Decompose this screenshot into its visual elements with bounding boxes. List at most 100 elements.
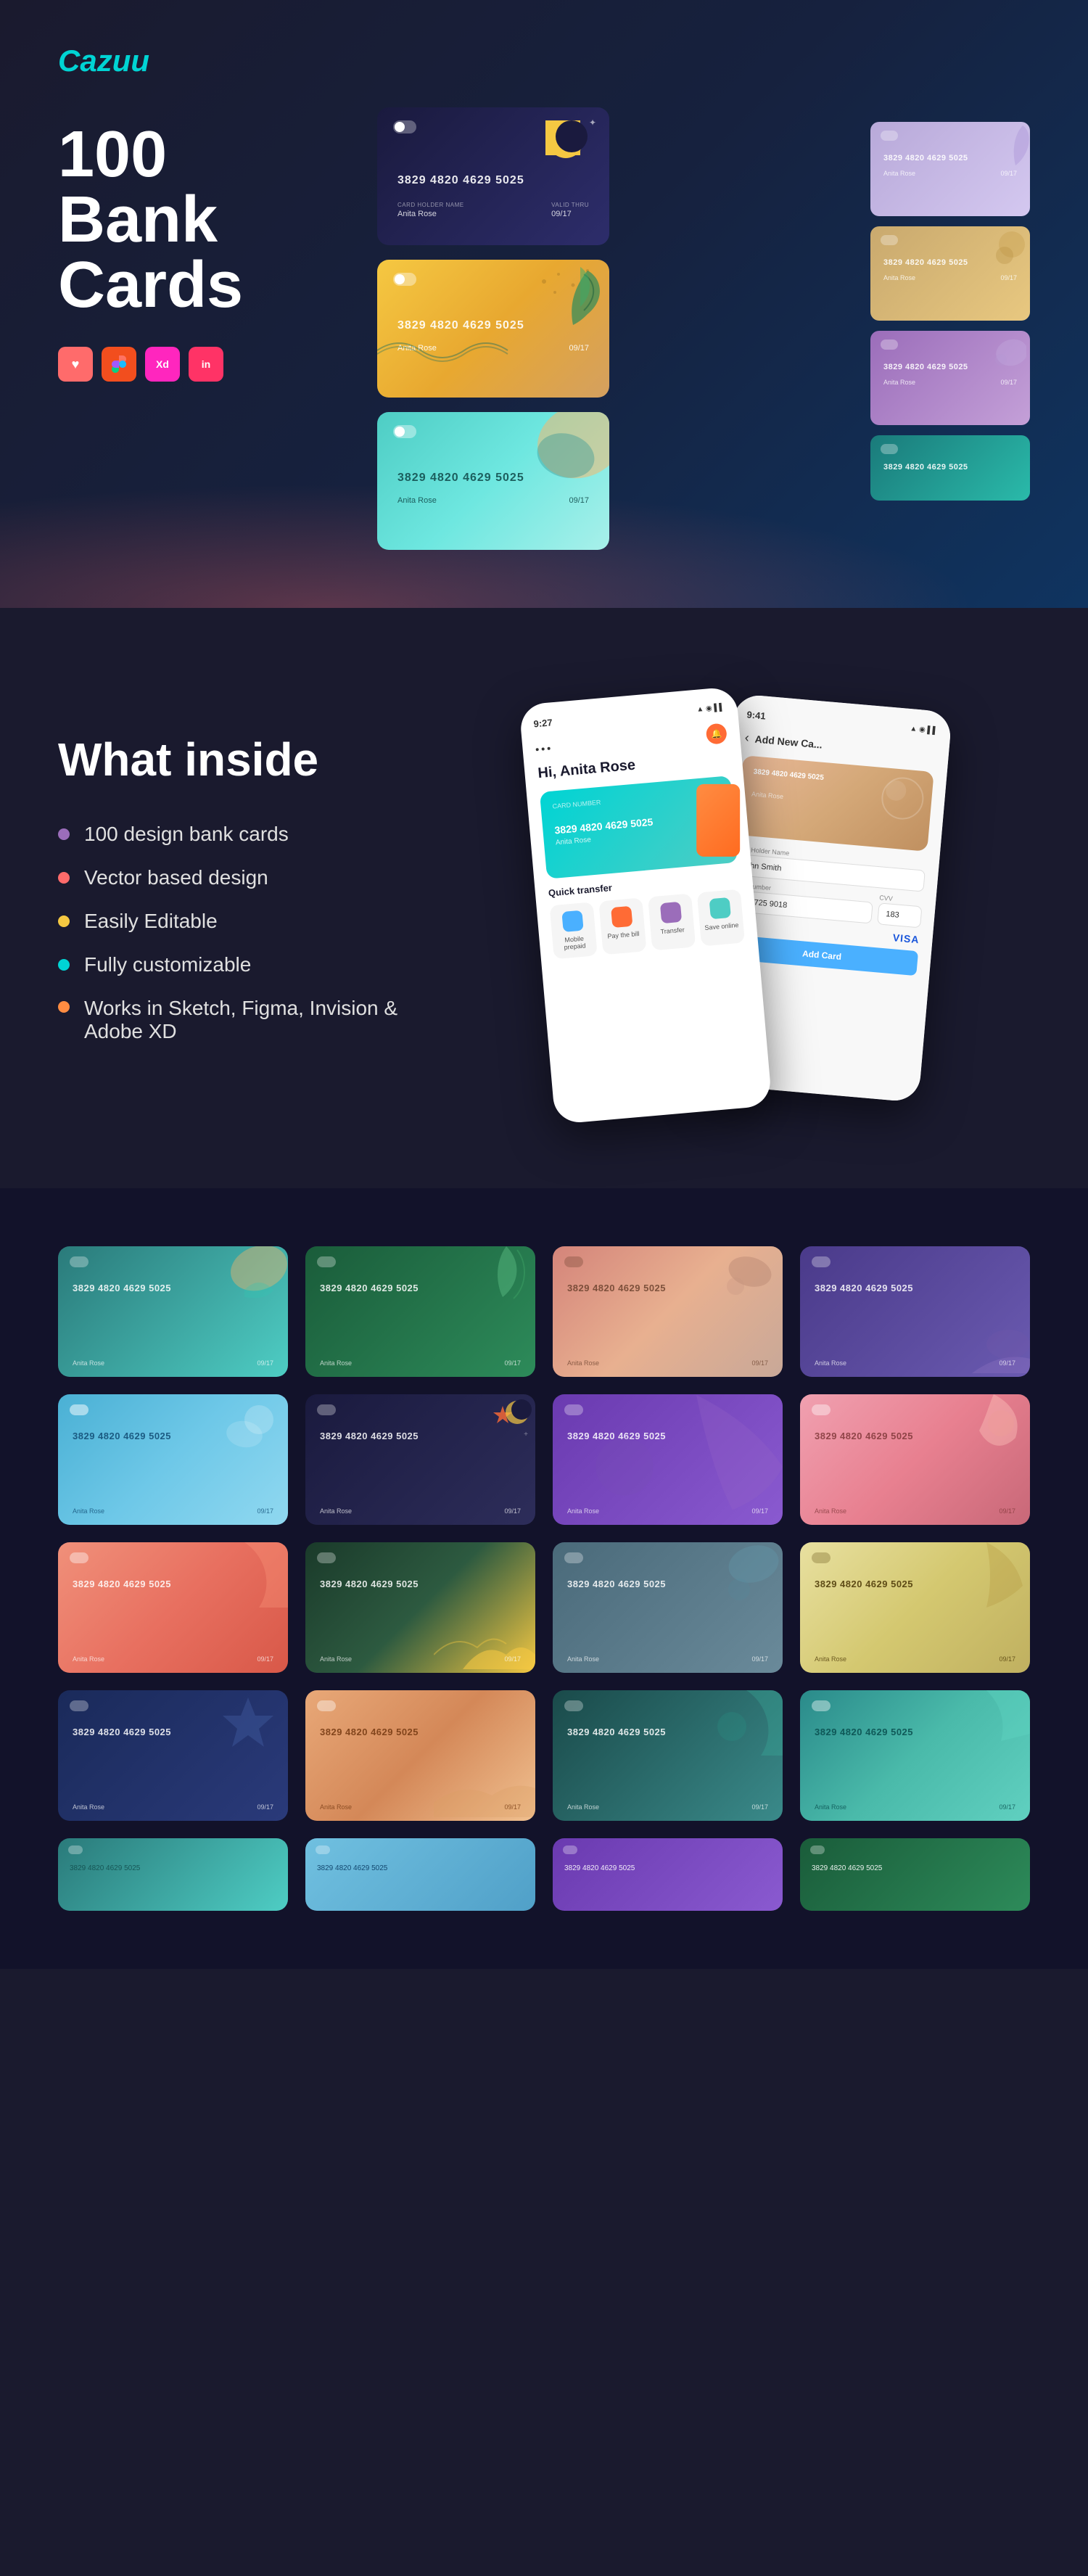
feature-list: 100 design bank cards Vector based desig… (58, 823, 421, 1043)
card-1-info: CARD HOLDER NAME Anita Rose VALID THRU 0… (397, 202, 589, 218)
card-moon-decoration (545, 120, 580, 155)
gc4-bottom: Anita Rose09/17 (815, 1359, 1015, 1367)
grid-toggle-15 (564, 1700, 583, 1711)
grid-card-11: 3829 4820 4629 5025 Anita Rose09/17 (553, 1542, 783, 1673)
gc6-moon (503, 1398, 532, 1431)
grid-card-15: 3829 4820 4629 5025 Anita Rose09/17 (553, 1690, 783, 1821)
card-1-number: 3829 4820 4629 5025 (397, 174, 589, 187)
gc11-bottom: Anita Rose09/17 (567, 1655, 768, 1663)
gc8-deco (943, 1394, 1030, 1470)
feature-text-3: Easily Editable (84, 910, 218, 933)
gc14-deco (434, 1759, 535, 1821)
grid-card-7: 3829 4820 4629 5025 Anita Rose09/17 (553, 1394, 783, 1525)
gc12-deco (943, 1542, 1030, 1618)
tool-heart-icon: ♥ (58, 347, 93, 382)
side-card-4-number: 3829 4820 4629 5025 (883, 463, 1017, 472)
card-3-holder: Anita Rose (397, 496, 437, 505)
feature-dot-5 (58, 1001, 70, 1013)
gc3-deco (706, 1250, 779, 1312)
phone-2-title: Add New Ca... (754, 733, 823, 750)
feature-text-5: Works in Sketch, Figma, Invision & Adobe… (84, 997, 421, 1043)
action-mobile-prepaid[interactable]: Mobile prepaid (550, 902, 598, 959)
card-deco-circles (879, 775, 926, 824)
feature-dot-3 (58, 915, 70, 927)
gc16-bottom: Anita Rose09/17 (815, 1803, 1015, 1811)
gc13-deco (212, 1694, 284, 1756)
grid-card-13: 3829 4820 4629 5025 Anita Rose09/17 (58, 1690, 288, 1821)
feature-text-1: 100 design bank cards (84, 823, 289, 846)
back-button[interactable]: ‹ (744, 730, 750, 745)
side-card-2: 3829 4820 4629 5025 Anita Rose09/17 (870, 226, 1030, 321)
phone-actions: Mobile prepaid Pay the bill Transfer Sav… (550, 889, 745, 960)
cvv-input[interactable]: 183 (877, 902, 922, 928)
grid-toggle-5 (70, 1404, 88, 1415)
side-card-1: 3829 4820 4629 5025 Anita Rose09/17 (870, 122, 1030, 216)
grid-card-16: 3829 4820 4629 5025 Anita Rose09/17 (800, 1690, 1030, 1821)
feature-text-2: Vector based design (84, 866, 268, 889)
gc8-bottom: Anita Rose09/17 (815, 1507, 1015, 1515)
grid-card-6: + 3829 4820 4629 5025 Anita Rose09/17 (305, 1394, 535, 1525)
btoggle-3 (563, 1845, 577, 1854)
grid-toggle-12 (812, 1552, 831, 1563)
grid-card-1: 3829 4820 4629 5025 Anita Rose09/17 (58, 1246, 288, 1377)
feature-text-4: Fully customizable (84, 953, 251, 976)
side-card-leaf (986, 122, 1030, 176)
pay-bill-icon (611, 906, 632, 928)
star-decoration: ✦ (589, 118, 596, 128)
feature-item-2: Vector based design (58, 866, 421, 889)
phone-2-cvv-field: CVV 183 (877, 894, 923, 928)
gc13-bottom: Anita Rose09/17 (73, 1803, 273, 1811)
bottom-card-2: 3829 4820 4629 5025 (305, 1838, 535, 1911)
mobile-prepaid-icon (561, 910, 583, 932)
side-toggle-3 (881, 340, 898, 350)
save-online-icon (709, 897, 731, 919)
bottom-card-4: 3829 4820 4629 5025 (800, 1838, 1030, 1911)
grid-toggle-2 (317, 1256, 336, 1267)
gc16-deco (943, 1690, 1030, 1766)
card-3-expiry: 09/17 (569, 496, 589, 505)
grid-toggle-1 (70, 1256, 88, 1267)
phone-1-screen: 9:27 ▲ ◉ ▌▌ 🔔 Hi, Anita Rose CA (519, 686, 772, 1124)
card-peek (696, 784, 740, 857)
feature-dot-4 (58, 959, 70, 971)
side-toggle-1 (881, 131, 898, 141)
feature-item-1: 100 design bank cards (58, 823, 421, 846)
gc4-deco (943, 1315, 1030, 1377)
header-section: Cazuu 100 Bank Cards ♥ (0, 0, 1088, 608)
brand-logo: Cazuu (58, 44, 1030, 78)
hero-text: 100 Bank Cards ♥ Xd in (58, 122, 334, 382)
action-pay-bill[interactable]: Pay the bill (598, 897, 646, 955)
action-save-online[interactable]: Save online (697, 889, 745, 947)
feature-dot-1 (58, 828, 70, 840)
gc5-deco (212, 1398, 284, 1460)
gc6-bottom: Anita Rose09/17 (320, 1507, 521, 1515)
phone-card-mini: CARD NUMBER 3829 4820 4629 5025 Anita Ro… (540, 775, 738, 879)
card-holder-label: CARD HOLDER NAME (397, 202, 464, 208)
wave-decoration-2 (377, 329, 522, 369)
grid-toggle-14 (317, 1700, 336, 1711)
feature-dot-2 (58, 872, 70, 884)
action-transfer[interactable]: Transfer (648, 893, 696, 950)
grid-card-14: 3829 4820 4629 5025 Anita Rose09/17 (305, 1690, 535, 1821)
gc6-number: 3829 4820 4629 5025 (320, 1431, 521, 1441)
bottom-card-3: 3829 4820 4629 5025 (553, 1838, 783, 1911)
cards-grid-section: 3829 4820 4629 5025 Anita Rose09/17 3829… (0, 1188, 1088, 1969)
btoggle-2 (316, 1845, 330, 1854)
side-card-4: 3829 4820 4629 5025 (870, 435, 1030, 501)
side-cards-column: 3829 4820 4629 5025 Anita Rose09/17 (870, 122, 1030, 501)
bottom-card-1: 3829 4820 4629 5025 (58, 1838, 288, 1911)
phone-2-header: ‹ Add New Ca... (744, 730, 936, 762)
grid-card-10: 3829 4820 4629 5025 Anita Rose09/17 (305, 1542, 535, 1673)
gc14-number: 3829 4820 4629 5025 (320, 1727, 521, 1737)
notification-icon[interactable]: 🔔 (706, 723, 728, 744)
grid-toggle-8 (812, 1404, 831, 1415)
side-card-3: 3829 4820 4629 5025 Anita Rose09/17 (870, 331, 1030, 425)
gc15-bottom: Anita Rose09/17 (567, 1803, 768, 1811)
gc2-bottom: Anita Rose09/17 (320, 1359, 521, 1367)
grid-card-9: 3829 4820 4629 5025 Anita Rose09/17 (58, 1542, 288, 1673)
leaf-decoration (544, 263, 602, 332)
card-toggle-1 (393, 120, 416, 133)
gc6-plus: + (524, 1431, 528, 1439)
hero-content: 100 Bank Cards ♥ Xd in (58, 122, 1030, 550)
hamburger-icon[interactable] (536, 747, 551, 752)
